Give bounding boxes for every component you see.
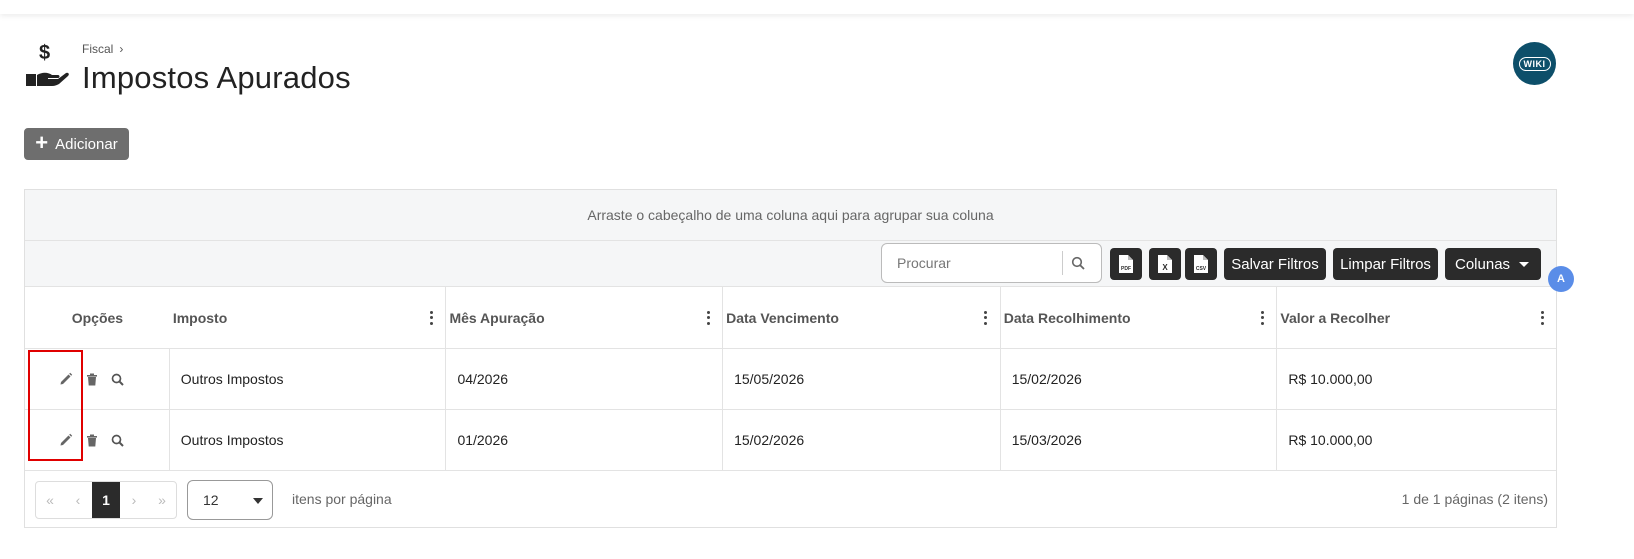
edit-pencil-icon[interactable] bbox=[59, 372, 73, 386]
export-excel-button[interactable]: X bbox=[1149, 248, 1181, 280]
per-page-label: itens por página bbox=[292, 491, 392, 507]
breadcrumb: Fiscal › bbox=[82, 42, 351, 56]
column-header-mes-apuracao[interactable]: Mês Apuração bbox=[446, 287, 724, 348]
view-magnifier-icon[interactable] bbox=[111, 434, 124, 447]
column-header-imposto[interactable]: Imposto bbox=[170, 287, 447, 348]
add-button-label: Adicionar bbox=[55, 135, 118, 153]
search-icon[interactable] bbox=[1063, 256, 1093, 270]
cell-valor-a-recolher: R$ 10.000,00 bbox=[1288, 371, 1373, 387]
group-hint: Arraste o cabeçalho de uma coluna aqui p… bbox=[587, 207, 994, 223]
page-size-value: 12 bbox=[203, 492, 219, 508]
cell-data-recolhimento: 15/03/2026 bbox=[1001, 410, 1278, 470]
wiki-button[interactable]: WIKI bbox=[1513, 42, 1556, 85]
wiki-label: WIKI bbox=[1518, 56, 1551, 71]
trash-icon[interactable] bbox=[86, 373, 98, 386]
breadcrumb-fiscal[interactable]: Fiscal bbox=[82, 42, 113, 56]
column-header-data-vencimento[interactable]: Data Vencimento bbox=[723, 287, 1001, 348]
column-menu-icon[interactable] bbox=[706, 310, 710, 325]
export-pdf-button[interactable]: PDF bbox=[1110, 248, 1142, 280]
caret-down-icon bbox=[253, 498, 263, 504]
excel-label: X bbox=[1162, 263, 1168, 272]
column-menu-icon[interactable] bbox=[984, 310, 988, 325]
plus-icon: + bbox=[35, 130, 49, 155]
search-box bbox=[881, 243, 1102, 283]
cell-imposto: Outros Impostos bbox=[170, 410, 447, 470]
export-csv-button[interactable]: CSV bbox=[1185, 248, 1217, 280]
pdf-file-icon: PDF bbox=[1119, 255, 1133, 273]
column-header-data-recolhimento[interactable]: Data Recolhimento bbox=[1001, 287, 1278, 348]
pagination: « ‹ 1 › » bbox=[35, 481, 177, 519]
columns-button[interactable]: Colunas bbox=[1445, 248, 1541, 280]
svg-text:$: $ bbox=[39, 42, 50, 64]
cell-valor-a-recolher: R$ 10.000,00 bbox=[1288, 432, 1373, 448]
csv-label: CSV bbox=[1196, 266, 1207, 272]
cell-data-recolhimento: 15/02/2026 bbox=[1001, 349, 1278, 409]
pdf-label: PDF bbox=[1121, 266, 1131, 272]
page-title: Impostos Apurados bbox=[82, 60, 351, 95]
cell-imposto: Outros Impostos bbox=[170, 349, 447, 409]
page-header: $ Fiscal › Impostos Apurados bbox=[24, 38, 351, 96]
row-options bbox=[25, 410, 170, 470]
trash-icon[interactable] bbox=[86, 434, 98, 447]
top-bar bbox=[0, 0, 1634, 14]
table-row: Outros Impostos 04/2026 15/05/2026 15/02… bbox=[25, 349, 1556, 410]
table-row: Outros Impostos 01/2026 15/02/2026 15/03… bbox=[25, 410, 1556, 471]
data-grid: Arraste o cabeçalho de uma coluna aqui p… bbox=[24, 189, 1557, 528]
page-info: 1 de 1 páginas (2 itens) bbox=[1401, 491, 1548, 507]
column-header-opcoes[interactable]: Opções bbox=[25, 287, 170, 348]
first-page-icon[interactable]: « bbox=[36, 482, 64, 518]
chevron-right-icon: › bbox=[119, 42, 124, 56]
edit-pencil-icon[interactable] bbox=[59, 433, 73, 447]
column-menu-icon[interactable] bbox=[429, 310, 433, 325]
table-header: Opções Imposto Mês Apuração Data Vencime… bbox=[25, 287, 1556, 349]
grid-footer: « ‹ 1 › » 12 itens por página 1 de 1 pág… bbox=[25, 471, 1556, 529]
column-menu-icon[interactable] bbox=[1260, 310, 1264, 325]
caret-down-icon bbox=[1519, 262, 1529, 267]
group-panel[interactable]: Arraste o cabeçalho de uma coluna aqui p… bbox=[25, 190, 1556, 241]
save-filters-button[interactable]: Salvar Filtros bbox=[1224, 248, 1326, 280]
hand-dollar-icon: $ bbox=[26, 42, 69, 86]
current-page[interactable]: 1 bbox=[92, 482, 120, 518]
last-page-icon[interactable]: » bbox=[148, 482, 176, 518]
translate-icon[interactable]: A bbox=[1548, 266, 1574, 292]
cell-data-vencimento: 15/05/2026 bbox=[723, 349, 1001, 409]
csv-file-icon: CSV bbox=[1194, 255, 1208, 273]
search-input[interactable] bbox=[882, 255, 1062, 271]
cell-mes-apuracao: 04/2026 bbox=[446, 349, 724, 409]
columns-label: Colunas bbox=[1455, 255, 1511, 273]
next-page-icon[interactable]: › bbox=[120, 482, 148, 518]
grid-toolbar: PDF X CSV Salvar Filtros Limpar Filtros … bbox=[25, 241, 1556, 287]
excel-file-icon: X bbox=[1158, 255, 1172, 273]
prev-page-icon[interactable]: ‹ bbox=[64, 482, 92, 518]
column-menu-icon[interactable] bbox=[1540, 310, 1544, 325]
add-button[interactable]: + Adicionar bbox=[24, 128, 129, 160]
page-size-select[interactable]: 12 bbox=[187, 480, 273, 520]
cell-data-vencimento: 15/02/2026 bbox=[723, 410, 1001, 470]
clear-filters-button[interactable]: Limpar Filtros bbox=[1333, 248, 1438, 280]
column-header-valor-a-recolher[interactable]: Valor a Recolher bbox=[1277, 287, 1556, 348]
row-options bbox=[25, 349, 170, 409]
cell-mes-apuracao: 01/2026 bbox=[446, 410, 724, 470]
view-magnifier-icon[interactable] bbox=[111, 373, 124, 386]
